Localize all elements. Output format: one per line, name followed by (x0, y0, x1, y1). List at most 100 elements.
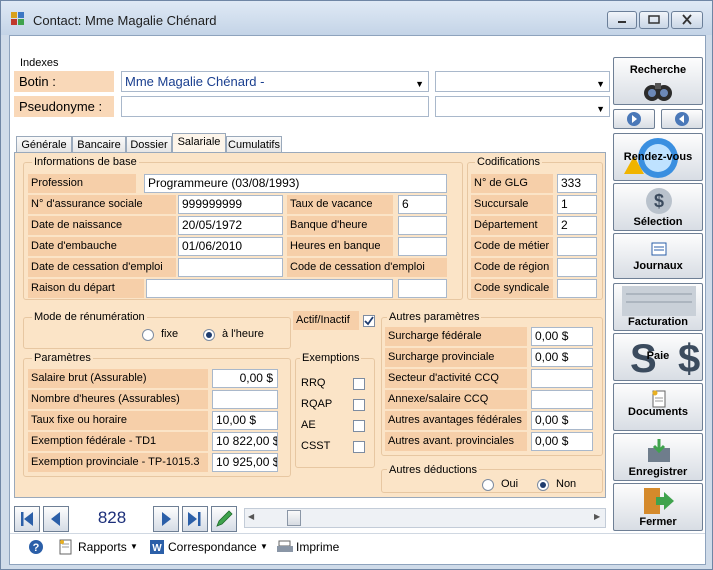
selection-button[interactable]: $ Sélection (613, 183, 703, 231)
documents-button[interactable]: Documents (613, 383, 703, 431)
naissance-input[interactable]: 20/05/1972 (178, 216, 283, 235)
cessation-input[interactable] (178, 258, 283, 277)
avantages-fed-input[interactable]: 0,00 $ (531, 411, 593, 430)
pseudonyme-secondary-combo[interactable]: ▼ (435, 96, 610, 117)
metier-input[interactable] (557, 237, 597, 256)
scroll-right-arrow-icon[interactable]: ▶ (594, 512, 600, 521)
raison-code-input[interactable] (398, 279, 447, 298)
recherche-label: Recherche (629, 64, 687, 76)
correspondance-menu[interactable]: Correspondance (168, 538, 257, 556)
next-record-button[interactable] (153, 506, 179, 532)
glg-label: N° de GLG (471, 174, 553, 193)
edit-record-button[interactable] (211, 506, 237, 532)
avant-prov-input[interactable]: 0,00 $ (531, 432, 593, 451)
metier-label: Code de métier (471, 237, 553, 256)
selection-label: Sélection (633, 216, 683, 228)
horizontal-scrollbar[interactable]: ◀ ▶ (244, 508, 606, 528)
exemption-ae-checkbox[interactable] (353, 420, 365, 432)
avant-prov-label: Autres avant. provinciales (385, 432, 527, 451)
embauche-label: Date d'embauche (28, 237, 176, 256)
profession-input[interactable]: Programmeure (03/08/1993) (144, 174, 447, 193)
radio-heure[interactable] (203, 329, 215, 341)
paie-label: Paie (646, 350, 670, 362)
cessation-label: Date de cessation d'emploi (28, 258, 176, 277)
enregistrer-button[interactable]: Enregistrer (613, 433, 703, 481)
scroll-left-arrow-icon[interactable]: ◀ (248, 512, 254, 521)
salariale-panel: Informations de base Profession Programm… (14, 152, 606, 498)
departement-input[interactable]: 2 (557, 216, 597, 235)
radio-non-label: Non (556, 478, 577, 490)
surcharge-prov-input[interactable]: 0,00 $ (531, 348, 593, 367)
facturation-button[interactable]: Facturation (613, 283, 703, 331)
correspondance-dropdown-icon[interactable]: ▼ (260, 538, 268, 556)
taux-label: Taux fixe ou horaire (28, 411, 208, 430)
exempt-fed-input[interactable]: 10 822,00 $ (212, 432, 278, 451)
next-index-button[interactable] (661, 109, 703, 129)
previous-index-button[interactable] (613, 109, 655, 129)
glg-input[interactable]: 333 (557, 174, 597, 193)
radio-fixe[interactable] (142, 329, 154, 341)
recherche-button[interactable]: Recherche (613, 57, 703, 105)
rapports-dropdown-icon[interactable]: ▼ (130, 538, 138, 556)
minimize-button[interactable] (607, 11, 637, 29)
imprime-button[interactable]: Imprime (296, 538, 339, 556)
raison-input[interactable] (146, 279, 393, 298)
binoculars-icon (644, 83, 672, 101)
fermer-label: Fermer (639, 516, 677, 528)
exemption-csst-checkbox[interactable] (353, 441, 365, 453)
scrollbar-thumb[interactable] (287, 510, 301, 526)
next-record-icon (162, 512, 171, 526)
botin-value: Mme Magalie Chénard - (125, 74, 265, 89)
radio-non[interactable] (537, 479, 549, 491)
syndicale-input[interactable] (557, 279, 597, 298)
exit-door-icon (644, 488, 674, 514)
paie-button[interactable]: S $ Paie (613, 333, 703, 381)
succursale-input[interactable]: 1 (557, 195, 597, 214)
profession-label: Profession (28, 174, 136, 193)
radio-oui[interactable] (482, 479, 494, 491)
surcharge-fed-input[interactable]: 0,00 $ (531, 327, 593, 346)
exemption-rqap-label: RQAP (301, 398, 333, 410)
exemption-rqap-checkbox[interactable] (353, 399, 365, 411)
previous-record-button[interactable] (43, 506, 69, 532)
salaire-input[interactable]: 0,00 $ (212, 369, 278, 388)
region-input[interactable] (557, 258, 597, 277)
last-record-button[interactable] (182, 506, 208, 532)
enregistrer-label: Enregistrer (628, 466, 688, 478)
contact-window: Contact: Mme Magalie Chénard Indexes Bot… (0, 0, 713, 570)
rapports-menu[interactable]: Rapports (78, 538, 127, 556)
heures-input[interactable] (212, 390, 278, 409)
record-number: 828 (97, 508, 127, 527)
nas-label: N° d'assurance sociale (28, 195, 176, 214)
heures-banque-input[interactable] (398, 237, 447, 256)
pseudonyme-label: Pseudonyme : (19, 99, 103, 114)
previous-record-icon (51, 512, 60, 526)
status-divider (10, 533, 705, 534)
taux-input[interactable]: 10,00 $ (212, 411, 278, 430)
rendezvous-button[interactable]: Rendez-vous (613, 133, 703, 181)
first-record-button[interactable] (14, 506, 40, 532)
annexe-input[interactable] (531, 390, 593, 409)
title-bar: Contact: Mme Magalie Chénard (1, 1, 712, 35)
help-icon[interactable]: ? (28, 539, 44, 555)
botin-secondary-combo[interactable]: ▼ (435, 71, 610, 92)
journaux-button[interactable]: Journaux (613, 233, 703, 279)
banque-heure-input[interactable] (398, 216, 447, 235)
maximize-button[interactable] (639, 11, 669, 29)
arrow-right-circle-icon (627, 112, 641, 126)
exempt-prov-input[interactable]: 10 925,00 $ (212, 453, 278, 472)
exemption-rrq-checkbox[interactable] (353, 378, 365, 390)
pseudonyme-input[interactable] (121, 96, 429, 117)
actif-label: Actif/Inactif (293, 311, 359, 330)
close-window-button[interactable] (671, 11, 703, 29)
pencil-icon (216, 510, 233, 527)
invoice-icon (622, 286, 696, 316)
taux-vacance-input[interactable]: 6 (398, 195, 447, 214)
botin-combo[interactable]: Mme Magalie Chénard - ▼ (121, 71, 429, 92)
embauche-input[interactable]: 01/06/2010 (178, 237, 283, 256)
actif-checkbox[interactable] (363, 315, 375, 327)
radio-oui-label: Oui (501, 478, 519, 490)
nas-input[interactable]: 999999999 (178, 195, 283, 214)
fermer-button[interactable]: Fermer (613, 483, 703, 531)
secteur-input[interactable] (531, 369, 593, 388)
